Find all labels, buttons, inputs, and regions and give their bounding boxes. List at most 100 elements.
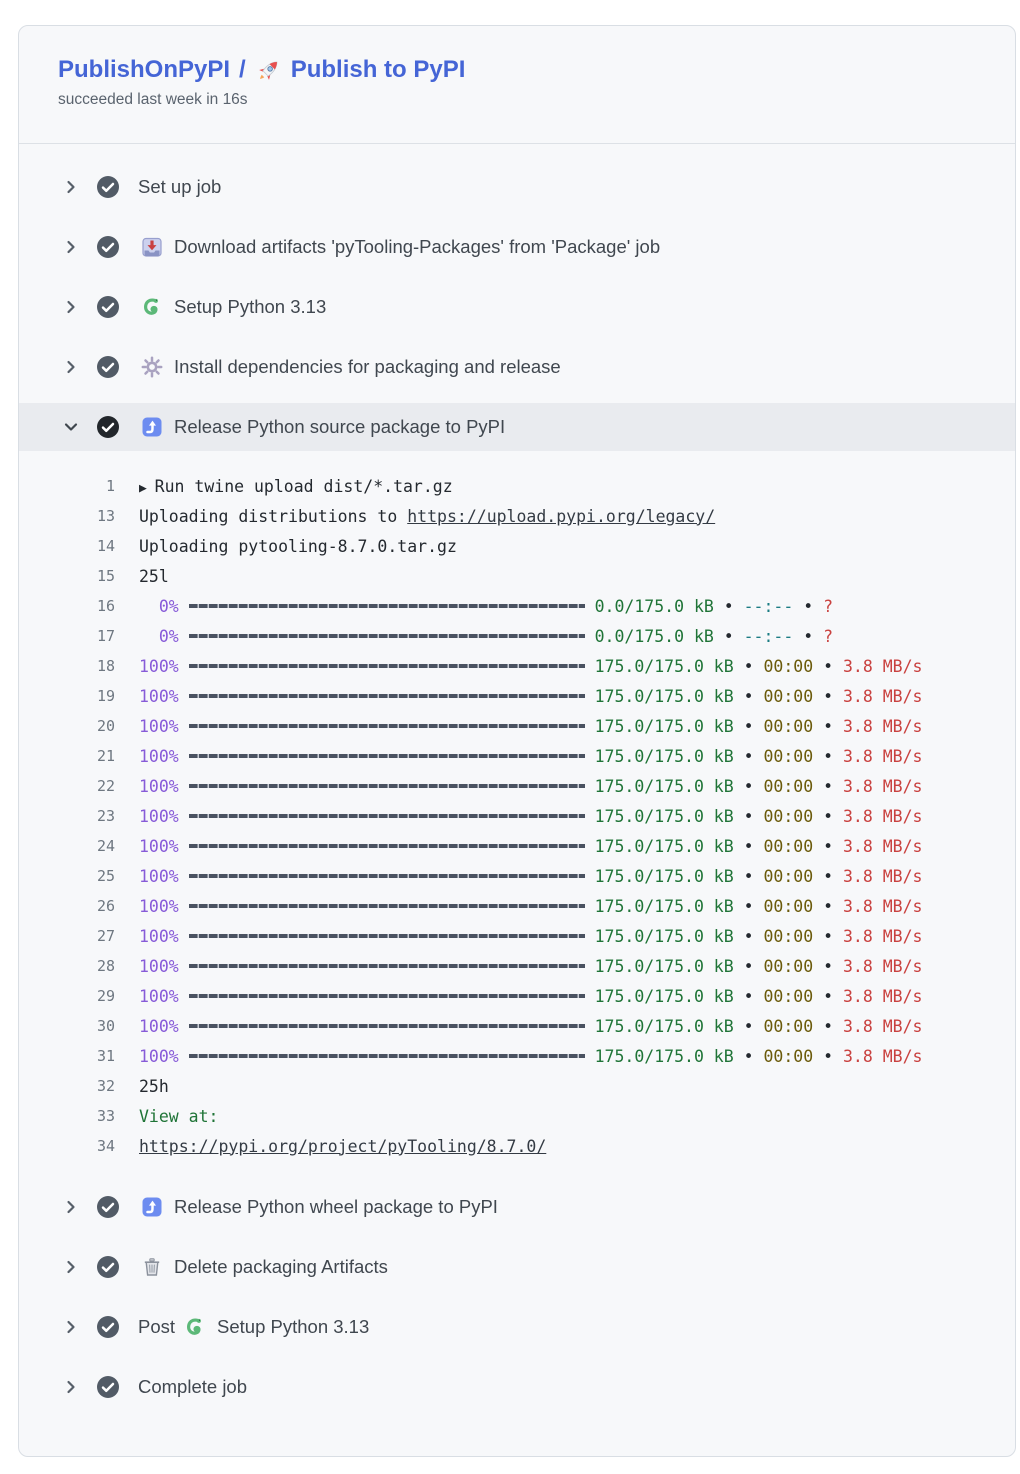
- log-text: 3.8 MB/s: [843, 867, 922, 886]
- chevron-right-icon[interactable]: [63, 1259, 79, 1275]
- log-text: •: [813, 867, 843, 886]
- chevron-right-icon[interactable]: [63, 1199, 79, 1215]
- progress-bar: [189, 904, 585, 908]
- log-text: 00:00: [764, 837, 814, 856]
- log-text: Uploading distributions to: [139, 507, 407, 526]
- log-line-number[interactable]: 25: [19, 867, 115, 885]
- step-label: Set up job: [138, 176, 221, 198]
- log-text: 100%: [139, 957, 189, 976]
- log-line-content: ▶ Run twine upload dist/*.tar.gz: [139, 477, 453, 496]
- log-line-number[interactable]: 32: [19, 1077, 115, 1095]
- log-line-number[interactable]: 22: [19, 777, 115, 795]
- step-label: Download artifacts 'pyTooling-Packages' …: [174, 236, 660, 258]
- chevron-right-icon[interactable]: [63, 359, 79, 375]
- run-title: PublishOnPyPI / Publish to PyPI: [58, 54, 1015, 86]
- step-set-up-job[interactable]: Set up job: [19, 157, 1015, 217]
- log-line-number[interactable]: 26: [19, 897, 115, 915]
- rocket-icon: [255, 57, 282, 84]
- log-line-number[interactable]: 30: [19, 1017, 115, 1035]
- log-text: •: [813, 837, 843, 856]
- log-line-number[interactable]: 14: [19, 537, 115, 555]
- step-install-dependencies[interactable]: Install dependencies for packaging and r…: [19, 337, 1015, 397]
- log-text: •: [813, 687, 843, 706]
- gear-icon: [141, 356, 163, 378]
- chevron-down-icon[interactable]: [63, 419, 79, 435]
- log-text: •: [714, 597, 744, 616]
- log-line-number[interactable]: 34: [19, 1137, 115, 1155]
- log-text: View at:: [139, 1107, 218, 1126]
- log-line-number[interactable]: 18: [19, 657, 115, 675]
- log-line-number[interactable]: 15: [19, 567, 115, 585]
- log-text: •: [813, 957, 843, 976]
- success-check-icon: [96, 235, 120, 259]
- log-line-content: 100% 175.0/175.0 kB • 00:00 • 3.8 MB/s: [139, 717, 922, 736]
- log-text: •: [734, 657, 764, 676]
- log-link[interactable]: https://upload.pypi.org/legacy/: [407, 507, 715, 526]
- log-text: 175.0/175.0 kB: [585, 867, 734, 886]
- step-complete-job[interactable]: Complete job: [19, 1357, 1015, 1417]
- log-text: 00:00: [764, 1017, 814, 1036]
- log-line: 15 25l: [19, 561, 1015, 591]
- log-line: 23100% 175.0/175.0 kB • 00:00 • 3.8 MB/s: [19, 801, 1015, 831]
- log-line-number[interactable]: 28: [19, 957, 115, 975]
- chevron-right-icon[interactable]: [63, 299, 79, 315]
- log-line-number[interactable]: 31: [19, 1047, 115, 1065]
- log-line: 20 100% 175.0/175.0 kB • 00:00 • 3.8 MB/s: [19, 711, 1015, 741]
- step-post-setup-python[interactable]: Post Setup Python 3.13: [19, 1297, 1015, 1357]
- log-line: 13 Uploading distributions to https://upl…: [19, 501, 1015, 531]
- log-text: 3.8 MB/s: [843, 747, 922, 766]
- log-line-number[interactable]: 33: [19, 1107, 115, 1125]
- log-line: 19 100% 175.0/175.0 kB • 00:00 • 3.8 MB/s: [19, 681, 1015, 711]
- log-line: 28100% 175.0/175.0 kB • 00:00 • 3.8 MB/s: [19, 951, 1015, 981]
- inbox-tray-icon: [141, 236, 163, 258]
- step-delete-artifacts[interactable]: Delete packaging Artifacts: [19, 1237, 1015, 1297]
- log-text: 25l: [139, 567, 169, 586]
- log-line-number[interactable]: 23: [19, 807, 115, 825]
- log-text: 100%: [139, 777, 189, 796]
- log-text: 3.8 MB/s: [843, 777, 922, 796]
- log-text: •: [734, 837, 764, 856]
- progress-bar: [189, 754, 585, 758]
- log-line-number[interactable]: 13: [19, 507, 115, 525]
- step-setup-python[interactable]: Setup Python 3.13: [19, 277, 1015, 337]
- log-text: •: [813, 897, 843, 916]
- step-label: Release Python source package to PyPI: [174, 416, 505, 438]
- log-line-number[interactable]: 1: [19, 477, 115, 495]
- log-text: 100%: [139, 687, 189, 706]
- chevron-right-icon[interactable]: [63, 179, 79, 195]
- chevron-right-icon[interactable]: [63, 239, 79, 255]
- step-download-artifacts[interactable]: Download artifacts 'pyTooling-Packages' …: [19, 217, 1015, 277]
- progress-bar: [189, 634, 585, 638]
- workflow-run-card: PublishOnPyPI / Publish to PyPI succeede…: [18, 25, 1016, 1457]
- log-link[interactable]: https://pypi.org/project/pyTooling/8.7.0…: [139, 1137, 546, 1156]
- step-release-source-expanded[interactable]: Release Python source package to PyPI: [19, 403, 1015, 451]
- log-text: 175.0/175.0 kB: [585, 807, 734, 826]
- log-text: 175.0/175.0 kB: [585, 747, 734, 766]
- log-line-number[interactable]: 16: [19, 597, 115, 615]
- progress-bar: [189, 694, 585, 698]
- job-name: Publish to PyPI: [291, 54, 466, 86]
- log-text: •: [734, 897, 764, 916]
- log-line-number[interactable]: 27: [19, 927, 115, 945]
- command-toggle-icon[interactable]: ▶: [139, 481, 155, 496]
- chevron-right-icon[interactable]: [63, 1379, 79, 1395]
- log-text: 0.0/175.0 kB: [585, 597, 714, 616]
- progress-bar: [189, 784, 585, 788]
- chevron-right-icon[interactable]: [63, 1319, 79, 1335]
- log-line-number[interactable]: 17: [19, 627, 115, 645]
- step-release-wheel[interactable]: Release Python wheel package to PyPI: [19, 1177, 1015, 1237]
- success-check-icon: [96, 295, 120, 319]
- log-line: 21100% 175.0/175.0 kB • 00:00 • 3.8 MB/s: [19, 741, 1015, 771]
- snake-icon: [141, 296, 163, 318]
- log-line-number[interactable]: 19: [19, 687, 115, 705]
- log-text: 0%: [139, 627, 189, 646]
- log-line-number[interactable]: 29: [19, 987, 115, 1005]
- log-line-number[interactable]: 21: [19, 747, 115, 765]
- log-line-number[interactable]: 24: [19, 837, 115, 855]
- log-line-content: 100% 175.0/175.0 kB • 00:00 • 3.8 MB/s: [139, 687, 922, 706]
- log-text: --:--: [744, 627, 794, 646]
- progress-bar: [189, 664, 585, 668]
- log-line-content: 25h: [139, 1077, 169, 1096]
- log-text: 175.0/175.0 kB: [585, 897, 734, 916]
- log-line-number[interactable]: 20: [19, 717, 115, 735]
